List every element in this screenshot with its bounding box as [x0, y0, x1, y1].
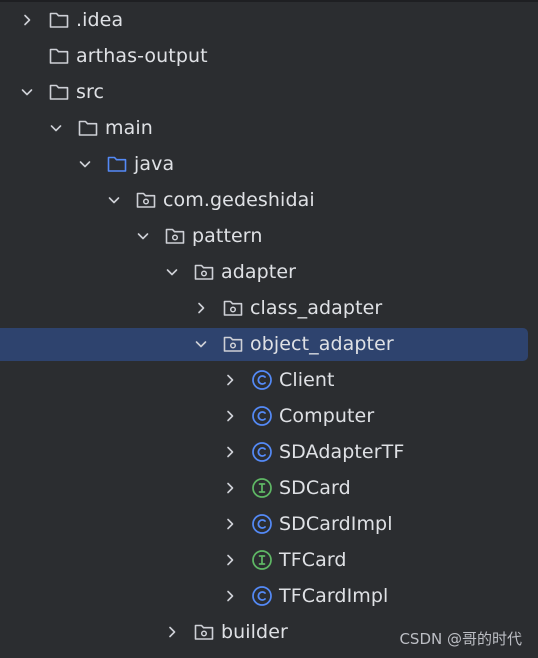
chevron-down-icon[interactable]	[77, 156, 93, 172]
chevron-placeholder	[19, 48, 35, 64]
tree-item-label: class_adapter	[250, 297, 383, 319]
watermark: CSDN @哥的时代	[399, 630, 522, 648]
package-icon	[193, 622, 215, 642]
tree-item-tfcardimpl[interactable]: TFCardImpl	[0, 578, 538, 614]
tree-item-label: Client	[279, 369, 335, 391]
chevron-right-icon[interactable]	[164, 624, 180, 640]
tree-item-label: SDAdapterTF	[279, 441, 405, 463]
tree-item-src[interactable]: src	[0, 74, 538, 110]
tree-item-object-adapter[interactable]: object_adapter	[0, 326, 538, 362]
chevron-down-icon[interactable]	[106, 192, 122, 208]
chevron-right-icon[interactable]	[222, 408, 238, 424]
tree-item-label: .idea	[76, 9, 124, 31]
tree-item-label: TFCardImpl	[279, 585, 389, 607]
package-icon	[135, 190, 157, 210]
tree-item-idea[interactable]: .idea	[0, 2, 538, 38]
chevron-right-icon[interactable]	[222, 444, 238, 460]
folder-icon	[48, 82, 70, 102]
tree-item-sdcard[interactable]: SDCard	[0, 470, 538, 506]
tree-item-label: SDCard	[279, 477, 351, 499]
chevron-down-icon[interactable]	[48, 120, 64, 136]
source-folder-icon	[106, 154, 128, 174]
class-icon	[251, 442, 273, 462]
tree-item-tfcard[interactable]: TFCard	[0, 542, 538, 578]
chevron-down-icon[interactable]	[19, 84, 35, 100]
interface-icon	[251, 478, 273, 498]
tree-item-label: main	[105, 117, 153, 139]
chevron-down-icon[interactable]	[193, 336, 209, 352]
project-tree: .idea arthas-output src main java com.gedeshi…	[0, 2, 538, 650]
tree-item-label: pattern	[192, 225, 263, 247]
tree-item-label: src	[76, 81, 105, 103]
chevron-down-icon[interactable]	[164, 264, 180, 280]
chevron-down-icon[interactable]	[135, 228, 151, 244]
tree-item-label: com.gedeshidai	[163, 189, 315, 211]
folder-icon	[77, 118, 99, 138]
chevron-right-icon[interactable]	[19, 12, 35, 28]
class-icon	[251, 586, 273, 606]
tree-item-label: SDCardImpl	[279, 513, 393, 535]
folder-icon	[48, 10, 70, 30]
chevron-right-icon[interactable]	[222, 480, 238, 496]
package-icon	[222, 334, 244, 354]
class-icon	[251, 370, 273, 390]
tree-item-label: Computer	[279, 405, 375, 427]
interface-icon	[251, 550, 273, 570]
tree-item-sdcardimpl[interactable]: SDCardImpl	[0, 506, 538, 542]
class-icon	[251, 406, 273, 426]
tree-item-adapter[interactable]: adapter	[0, 254, 538, 290]
chevron-right-icon[interactable]	[222, 552, 238, 568]
tree-item-label: adapter	[221, 261, 297, 283]
package-icon	[164, 226, 186, 246]
tree-item-label: builder	[221, 621, 288, 643]
chevron-right-icon[interactable]	[222, 588, 238, 604]
tree-item-main[interactable]: main	[0, 110, 538, 146]
chevron-right-icon[interactable]	[222, 516, 238, 532]
tree-item-class-adapter[interactable]: class_adapter	[0, 290, 538, 326]
tree-item-label: object_adapter	[250, 333, 394, 355]
tree-item-label: TFCard	[279, 549, 347, 571]
tree-item-arthas-output[interactable]: arthas-output	[0, 38, 538, 74]
class-icon	[251, 514, 273, 534]
tree-item-label: arthas-output	[76, 45, 208, 67]
folder-icon	[48, 46, 70, 66]
tree-item-sdadaptertf[interactable]: SDAdapterTF	[0, 434, 538, 470]
tree-item-client[interactable]: Client	[0, 362, 538, 398]
tree-item-java[interactable]: java	[0, 146, 538, 182]
tree-item-pattern[interactable]: pattern	[0, 218, 538, 254]
tree-item-com-gedeshidai[interactable]: com.gedeshidai	[0, 182, 538, 218]
chevron-right-icon[interactable]	[222, 372, 238, 388]
package-icon	[193, 262, 215, 282]
tree-item-computer[interactable]: Computer	[0, 398, 538, 434]
tree-item-label: java	[134, 153, 175, 175]
package-icon	[222, 298, 244, 318]
chevron-right-icon[interactable]	[193, 300, 209, 316]
